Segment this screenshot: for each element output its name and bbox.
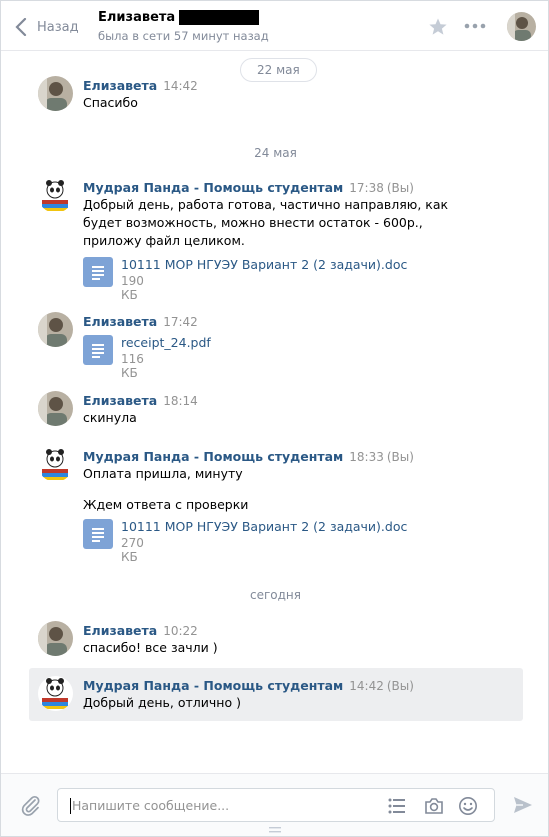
contact-name[interactable]: Елизавета xyxy=(98,10,260,25)
file-name[interactable]: 10111 МОР НГУЭУ Вариант 2 (2 задачи).doc xyxy=(121,257,407,272)
you-label: (Вы) xyxy=(386,181,414,195)
avatar[interactable] xyxy=(38,447,73,482)
message-text: спасибо! все зачли ) xyxy=(83,640,218,655)
contact-name-text: Елизавета xyxy=(98,10,176,25)
file-name[interactable]: receipt_24.pdf xyxy=(121,335,211,350)
message-highlighted: Мудрая Панда - Помощь студентам 14:42 (Вы)… xyxy=(29,668,523,721)
chat-window: Назад Елизавета была в сети 57 минут наз… xyxy=(0,0,549,837)
sender-text: Елизавета xyxy=(83,78,158,93)
chevron-left-icon xyxy=(15,18,27,36)
message: Елизавета 17:42 receipt_24.pdf 116 КБ xyxy=(29,307,523,380)
message-time[interactable]: 18:33 xyxy=(349,450,384,464)
file-size: 270 КБ xyxy=(121,536,144,564)
message-time[interactable]: 14:42 xyxy=(163,79,198,93)
document-icon[interactable] xyxy=(83,519,113,549)
avatar[interactable] xyxy=(38,178,73,213)
document-icon[interactable] xyxy=(83,257,113,287)
chat-header: Назад Елизавета была в сети 57 минут наз… xyxy=(1,1,548,51)
you-label: (Вы) xyxy=(386,679,414,693)
message-text: Оплата пришла, минуту xyxy=(83,466,243,481)
floating-date: 22 мая xyxy=(240,58,317,82)
sender-name[interactable]: Мудрая Панда - Помощь студентам 18:33 (Вы) xyxy=(83,449,414,464)
sender-text: Елизавета xyxy=(83,623,158,638)
message-time[interactable]: 18:14 xyxy=(163,394,198,408)
file-size: 190 КБ xyxy=(121,274,144,302)
resize-grip-icon[interactable] xyxy=(269,827,281,833)
message: Елизавета 18:14 скинула xyxy=(29,386,523,430)
message-time[interactable]: 17:38 xyxy=(349,181,384,195)
back-button[interactable]: Назад xyxy=(15,18,79,36)
document-icon[interactable] xyxy=(83,335,113,365)
camera-icon[interactable] xyxy=(424,797,444,815)
message-text: Ждем ответа с проверки xyxy=(83,497,249,512)
sender-text: Мудрая Панда - Помощь студентам xyxy=(83,180,344,195)
sender-name[interactable]: Мудрая Панда - Помощь студентам 17:38 (Вы) xyxy=(83,180,414,195)
message-text: Добрый день, работа готова, частично нап… xyxy=(83,197,449,248)
avatar[interactable] xyxy=(38,76,73,111)
send-icon[interactable] xyxy=(513,796,533,814)
date-separator: сегодня xyxy=(250,588,301,602)
you-label: (Вы) xyxy=(386,450,414,464)
message-text: Добрый день, отлично ) xyxy=(83,695,241,710)
file-size: 116 КБ xyxy=(121,352,144,380)
sender-text: Мудрая Панда - Помощь студентам xyxy=(83,449,344,464)
date-separator: 24 мая xyxy=(254,146,297,160)
more-icon[interactable] xyxy=(464,23,486,29)
avatar[interactable] xyxy=(38,312,73,347)
avatar[interactable] xyxy=(38,391,73,426)
sender-name[interactable]: Мудрая Панда - Помощь студентам 14:42 (Вы) xyxy=(83,678,414,693)
contact-status: была в сети 57 минут назад xyxy=(98,29,269,43)
smile-icon[interactable] xyxy=(458,796,478,816)
paperclip-icon[interactable] xyxy=(19,794,41,816)
message: Мудрая Панда - Помощь студентам 17:38 (Вы)… xyxy=(29,173,523,302)
message: Мудрая Панда - Помощь студентам 18:33 (Вы)… xyxy=(29,442,523,564)
redaction-bar xyxy=(179,10,260,25)
sender-text: Елизавета xyxy=(83,314,158,329)
avatar[interactable] xyxy=(38,621,73,656)
message: Елизавета 10:22 спасибо! все зачли ) xyxy=(29,616,523,660)
avatar[interactable] xyxy=(38,676,73,711)
message-text: Спасибо xyxy=(83,95,138,110)
contact-avatar[interactable] xyxy=(507,12,536,41)
sender-name[interactable]: Елизавета 17:42 xyxy=(83,314,198,329)
message-input[interactable] xyxy=(72,789,372,821)
sender-name[interactable]: Елизавета 10:22 xyxy=(83,623,198,638)
message-text: скинула xyxy=(83,410,137,425)
sender-text: Мудрая Панда - Помощь студентам xyxy=(83,678,344,693)
text-caret xyxy=(70,798,71,814)
star-icon[interactable] xyxy=(428,17,448,37)
message-time[interactable]: 17:42 xyxy=(163,315,198,329)
back-label: Назад xyxy=(37,19,79,35)
message-input-box[interactable] xyxy=(57,788,495,822)
sender-name[interactable]: Елизавета 14:42 xyxy=(83,78,198,93)
message-time[interactable]: 10:22 xyxy=(163,624,198,638)
list-icon[interactable] xyxy=(387,797,407,815)
message-time[interactable]: 14:42 xyxy=(349,679,384,693)
file-name[interactable]: 10111 МОР НГУЭУ Вариант 2 (2 задачи).doc xyxy=(121,519,407,534)
sender-name[interactable]: Елизавета 18:14 xyxy=(83,393,198,408)
sender-text: Елизавета xyxy=(83,393,158,408)
